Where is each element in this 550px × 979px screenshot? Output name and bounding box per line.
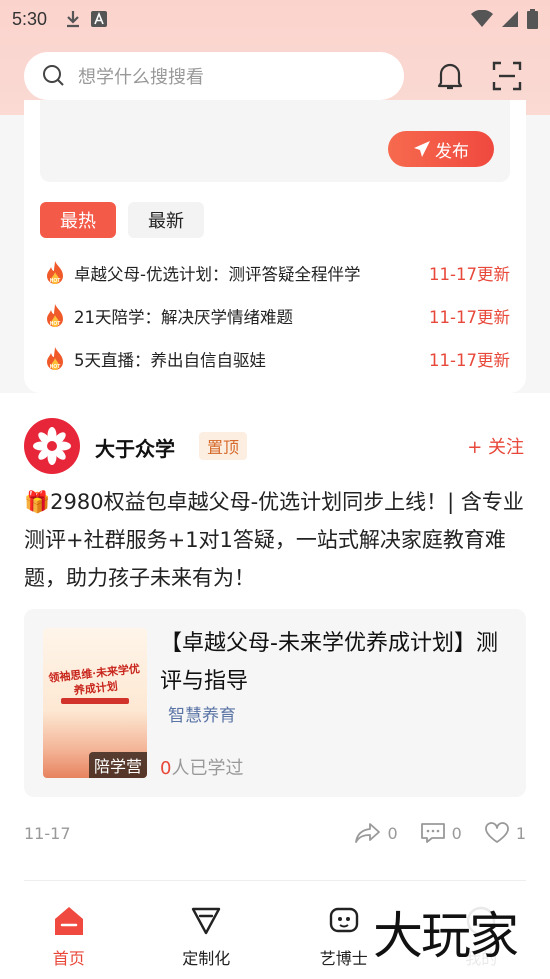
search-placeholder: 想学什么搜搜看: [78, 67, 204, 88]
font-icon: [91, 11, 108, 27]
hot-topic-updated: 11-17更新: [429, 308, 510, 327]
tab-custom[interactable]: 定制化: [138, 883, 276, 979]
notification-bell-icon[interactable]: [434, 60, 466, 92]
hot-topic-title: 卓越父母-优选计划：测评答疑全程伴学: [74, 265, 361, 284]
wifi-icon: [471, 10, 493, 27]
tab-newest[interactable]: 最新: [128, 202, 204, 238]
tab-hottest[interactable]: 最热: [40, 202, 116, 238]
author-avatar[interactable]: [24, 418, 80, 474]
community-card: 发布 最热 最新 HOT 卓越父母-优选计划：测评答疑全程伴学 11-17更新 …: [24, 100, 526, 393]
feed-post: 大于众学 置顶 + 关注 🎁2980权益包卓越父母-优选计划同步上线！| 含专业…: [0, 393, 550, 883]
header: 5:30 想学什么搜搜看: [0, 0, 550, 115]
search-icon: [43, 65, 64, 86]
hot-topic-title: 21天陪学：解决厌学情绪难题: [74, 308, 293, 327]
tab-home[interactable]: 首页: [0, 883, 138, 979]
course-learned: 0人已学过: [160, 754, 243, 780]
cover-tag: 陪学营: [88, 752, 147, 778]
course-title: 【卓越父母-未来学优养成计划】测评与指导: [160, 631, 498, 694]
hot-topic-updated: 11-17更新: [429, 265, 510, 284]
svg-text:HOT: HOT: [50, 321, 61, 327]
author-name[interactable]: 大于众学: [95, 433, 175, 462]
hot-fire-icon: HOT: [47, 347, 63, 370]
comment-count: 0: [451, 823, 462, 843]
post-date: 11-17: [24, 823, 71, 843]
follow-button[interactable]: + 关注: [467, 433, 524, 459]
pinned-badge: 置顶: [199, 432, 248, 460]
post-meta: 11-17 0 0 1: [24, 821, 526, 845]
hot-topic-item[interactable]: HOT 5天直播：养出自信自驱娃 11-17更新: [44, 344, 510, 374]
tab-robot-label: 艺博士: [319, 949, 368, 968]
scan-icon[interactable]: [491, 60, 523, 92]
share-count: 0: [387, 823, 398, 843]
share-button[interactable]: 0: [355, 822, 398, 844]
home-icon: [54, 907, 83, 935]
sort-tabs: 最热 最新: [40, 202, 204, 238]
signal-icon: [502, 11, 518, 27]
flower-logo-icon: [33, 427, 71, 465]
watermark: 大玩家: [373, 906, 519, 966]
cover-title: 领袖思维·未来学优养成计划: [47, 662, 141, 698]
hot-fire-icon: HOT: [47, 304, 63, 327]
share-icon: [355, 823, 381, 843]
course-cover: 领袖思维·未来学优养成计划 陪学营: [43, 628, 147, 778]
status-bar: 5:30: [0, 0, 550, 38]
like-button[interactable]: 1: [484, 822, 526, 844]
hot-topic-updated: 11-17更新: [429, 351, 510, 370]
cover-band: [61, 698, 129, 704]
send-icon: [414, 141, 430, 157]
svg-text:HOT: HOT: [50, 364, 61, 370]
like-count: 1: [515, 823, 526, 843]
post-content[interactable]: 🎁2980权益包卓越父母-优选计划同步上线！| 含专业测评+社群服务+1对1答疑…: [24, 483, 529, 597]
learned-suffix: 人已学过: [171, 758, 244, 779]
heart-icon: [484, 822, 509, 843]
publish-label: 发布: [435, 141, 469, 162]
search-bar[interactable]: 想学什么搜搜看: [24, 52, 404, 100]
course-category: 智慧养育: [168, 706, 236, 726]
comment-icon: [420, 823, 445, 843]
publish-button[interactable]: 发布: [388, 131, 494, 167]
svg-text:HOT: HOT: [50, 278, 61, 284]
hot-fire-icon: HOT: [47, 261, 63, 284]
custom-icon: [192, 907, 221, 935]
download-icon: [67, 11, 80, 28]
divider: [24, 880, 526, 881]
hot-topic-title: 5天直播：养出自信自驱娃: [74, 351, 266, 370]
post-input-box[interactable]: 发布: [40, 100, 510, 182]
tab-custom-label: 定制化: [182, 949, 231, 968]
battery-icon: [527, 9, 538, 29]
tab-home-label: 首页: [52, 949, 85, 968]
comment-button[interactable]: 0: [420, 822, 462, 844]
hot-topic-item[interactable]: HOT 卓越父母-优选计划：测评答疑全程伴学 11-17更新: [44, 258, 510, 288]
course-card[interactable]: 领袖思维·未来学优养成计划 陪学营 【卓越父母-未来学优养成计划】测评与指导 智…: [24, 609, 526, 797]
status-time: 5:30: [12, 8, 48, 29]
learned-count: 0: [160, 758, 172, 779]
robot-icon: [329, 907, 358, 933]
hot-topic-item[interactable]: HOT 21天陪学：解决厌学情绪难题 11-17更新: [44, 301, 510, 331]
